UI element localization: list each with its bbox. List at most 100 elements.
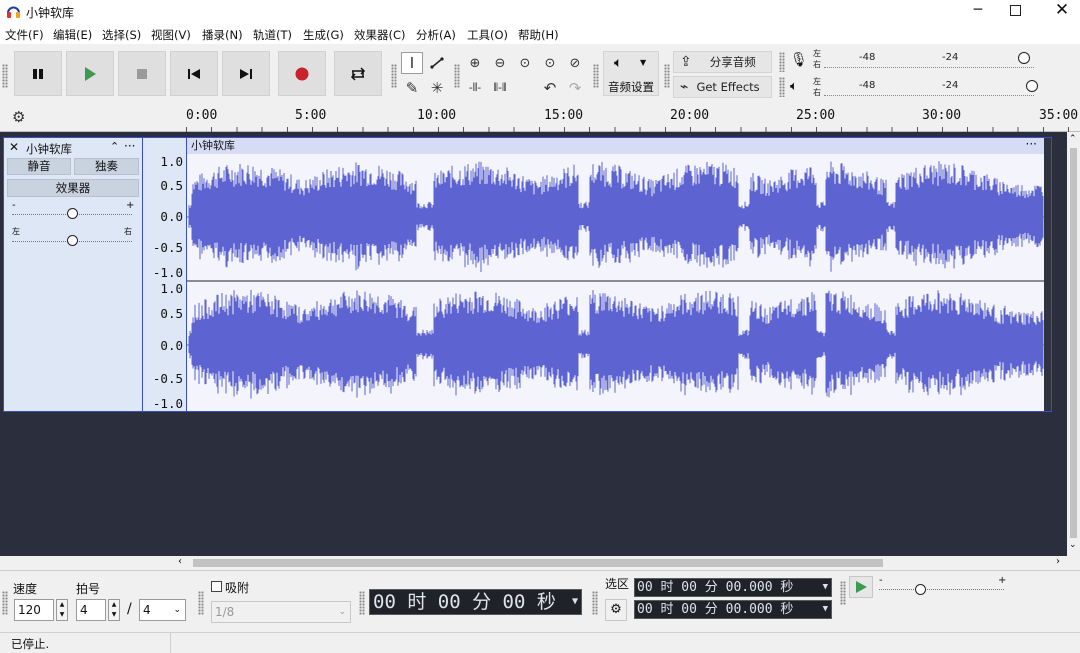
- record-meter[interactable]: -48 -24: [824, 50, 1034, 68]
- multi-tool-button[interactable]: ✳: [426, 77, 448, 99]
- mute-button[interactable]: 静音: [7, 158, 71, 175]
- toolbar-grip[interactable]: [664, 64, 670, 88]
- selection-start-value: 00 时 00 分 00.000 秒: [637, 580, 794, 595]
- zoom-toggle-button[interactable]: ⊘: [564, 52, 586, 74]
- toolbar-grip[interactable]: [593, 64, 599, 88]
- menu-effects[interactable]: 效果器(C): [354, 27, 406, 43]
- play-button[interactable]: [66, 51, 114, 96]
- scroll-right-icon[interactable]: ›: [1056, 556, 1060, 567]
- menu-tracks[interactable]: 轨道(T): [253, 27, 292, 43]
- toolbar-grip[interactable]: [779, 52, 785, 72]
- toolbar-grip[interactable]: [359, 591, 365, 615]
- audio-setup-button[interactable]: 🔈︎ ▼ 音频设置: [603, 51, 659, 96]
- toolbar-grip[interactable]: [2, 591, 8, 615]
- record-button[interactable]: [278, 51, 326, 96]
- amplitude-scale[interactable]: 1.0 0.5 0.0 -0.5 -1.0 1.0 0.5 0.0 -0.5 -…: [143, 137, 186, 412]
- horizontal-scroll-thumb[interactable]: [193, 559, 883, 567]
- dropdown-arrow-icon: ▼: [822, 582, 828, 592]
- scroll-up-icon[interactable]: ⌃: [1069, 134, 1077, 144]
- menu-file[interactable]: 文件(F): [5, 27, 44, 43]
- solo-button[interactable]: 独奏: [74, 158, 139, 175]
- redo-button[interactable]: ↷: [564, 77, 586, 99]
- effects-button[interactable]: 效果器: [7, 179, 139, 197]
- toolbar-grip[interactable]: [391, 64, 397, 88]
- pause-icon: [33, 68, 43, 79]
- horizontal-scrollbar[interactable]: ‹ ›: [0, 556, 1080, 570]
- meter-numerator-input[interactable]: 4: [76, 599, 106, 621]
- menu-edit[interactable]: 编辑(E): [53, 27, 92, 43]
- menu-generate[interactable]: 生成(G): [303, 27, 344, 43]
- audio-clip[interactable]: 小钟软库 ···: [186, 137, 1052, 412]
- track-close-icon[interactable]: ✕: [9, 140, 19, 154]
- microphone-icon[interactable]: 🎙︎: [790, 52, 808, 68]
- vertical-scrollbar[interactable]: ⌃ ⌄: [1067, 132, 1080, 556]
- draw-tool-button[interactable]: ✎: [401, 77, 423, 99]
- fit-project-button[interactable]: ⊙: [539, 52, 561, 74]
- menu-help[interactable]: 帮助(H): [518, 27, 559, 43]
- scroll-down-icon[interactable]: ⌄: [1069, 540, 1077, 550]
- toolbar-grip[interactable]: [198, 591, 204, 615]
- skip-to-end-button[interactable]: [222, 51, 270, 96]
- track-name[interactable]: 小钟软库: [26, 141, 72, 157]
- selection-settings-gear-icon[interactable]: ⚙: [605, 599, 627, 621]
- playback-gain-knob[interactable]: [1026, 80, 1038, 92]
- scale-label: 0.5: [160, 306, 183, 321]
- menu-select[interactable]: 选择(S): [102, 27, 141, 43]
- clip-header[interactable]: 小钟软库 ···: [187, 136, 1051, 154]
- tempo-input[interactable]: 120: [14, 599, 54, 621]
- meter-denominator-select[interactable]: 4 ⌄: [139, 599, 186, 621]
- envelope-tool-button[interactable]: [426, 52, 448, 74]
- gain-slider-thumb[interactable]: [67, 208, 78, 219]
- fit-selection-button[interactable]: ⊙: [514, 52, 536, 74]
- selection-tool-button[interactable]: I: [401, 52, 423, 74]
- collapse-icon[interactable]: ⌃: [110, 140, 119, 153]
- menu-transport[interactable]: 播录(N): [202, 27, 243, 43]
- track-menu-icon[interactable]: ···: [124, 139, 135, 153]
- pause-button[interactable]: [14, 51, 62, 96]
- timeline-ruler[interactable]: ⚙ 0:00 5:00 10:00 15:00 20:00 25:00 30:0…: [0, 104, 1080, 132]
- meter-numerator-spinner[interactable]: ▲ ▼: [108, 599, 120, 621]
- vertical-scroll-thumb[interactable]: [1070, 148, 1077, 538]
- menu-tools[interactable]: 工具(O): [467, 27, 508, 43]
- minimize-icon[interactable]: ─: [968, 2, 988, 22]
- get-effects-button[interactable]: ⌁ Get Effects: [673, 76, 772, 98]
- toolbar-grip[interactable]: [592, 591, 598, 615]
- stop-button[interactable]: [118, 51, 166, 96]
- trim-button[interactable]: -⫴-: [464, 77, 486, 99]
- clip-right-edge[interactable]: [1044, 138, 1051, 411]
- menu-analyze[interactable]: 分析(A): [416, 27, 456, 43]
- zoom-out-button[interactable]: ⊖: [489, 52, 511, 74]
- pan-slider-thumb[interactable]: [67, 235, 78, 246]
- toolbar-grip[interactable]: [840, 581, 846, 605]
- toolbar-grip[interactable]: [454, 64, 460, 88]
- undo-button[interactable]: ↶: [539, 77, 561, 99]
- zoom-in-button[interactable]: ⊕: [464, 52, 486, 74]
- waveform[interactable]: [187, 154, 1051, 412]
- selection-start-display[interactable]: 00 时 00 分 00.000 秒 ▼: [634, 578, 832, 597]
- clip-menu-icon[interactable]: ···: [1026, 136, 1037, 152]
- play-at-speed-button[interactable]: [849, 576, 873, 598]
- skip-to-start-button[interactable]: [170, 51, 218, 96]
- toolbar-grip[interactable]: [2, 64, 8, 88]
- snap-checkbox[interactable]: [211, 581, 222, 592]
- track-control-panel[interactable]: ✕ 小钟软库 ⌃ ··· 静音 独奏 效果器 - + 左 右: [3, 137, 143, 412]
- selection-end-display[interactable]: 00 时 00 分 00.000 秒 ▼: [634, 600, 832, 619]
- tempo-spinner[interactable]: ▲ ▼: [56, 599, 68, 621]
- timeline-settings-gear-icon[interactable]: ⚙: [12, 108, 25, 126]
- scroll-left-icon[interactable]: ‹: [178, 556, 182, 567]
- dropdown-arrow-icon: ▼: [640, 58, 647, 67]
- close-icon[interactable]: ✕: [1052, 0, 1072, 22]
- maximize-icon[interactable]: [1010, 5, 1021, 16]
- menu-view[interactable]: 视图(V): [151, 27, 191, 43]
- speed-slider-track[interactable]: [879, 589, 1004, 590]
- speed-slider-thumb[interactable]: [915, 584, 926, 595]
- snap-select[interactable]: 1/8 ⌄: [211, 601, 351, 623]
- playback-speaker-icon[interactable]: 🔈︎: [790, 79, 798, 94]
- silence-button[interactable]: ⫴-⫴: [489, 77, 511, 99]
- time-display[interactable]: 00 时 00 分 00 秒 ▼: [369, 589, 582, 615]
- record-gain-knob[interactable]: [1018, 52, 1030, 64]
- playback-meter[interactable]: -48 -24: [824, 78, 1038, 96]
- loop-button[interactable]: [334, 51, 382, 96]
- toolbar-grip[interactable]: [779, 77, 785, 97]
- share-audio-button[interactable]: ⇪ 分享音频: [673, 51, 772, 73]
